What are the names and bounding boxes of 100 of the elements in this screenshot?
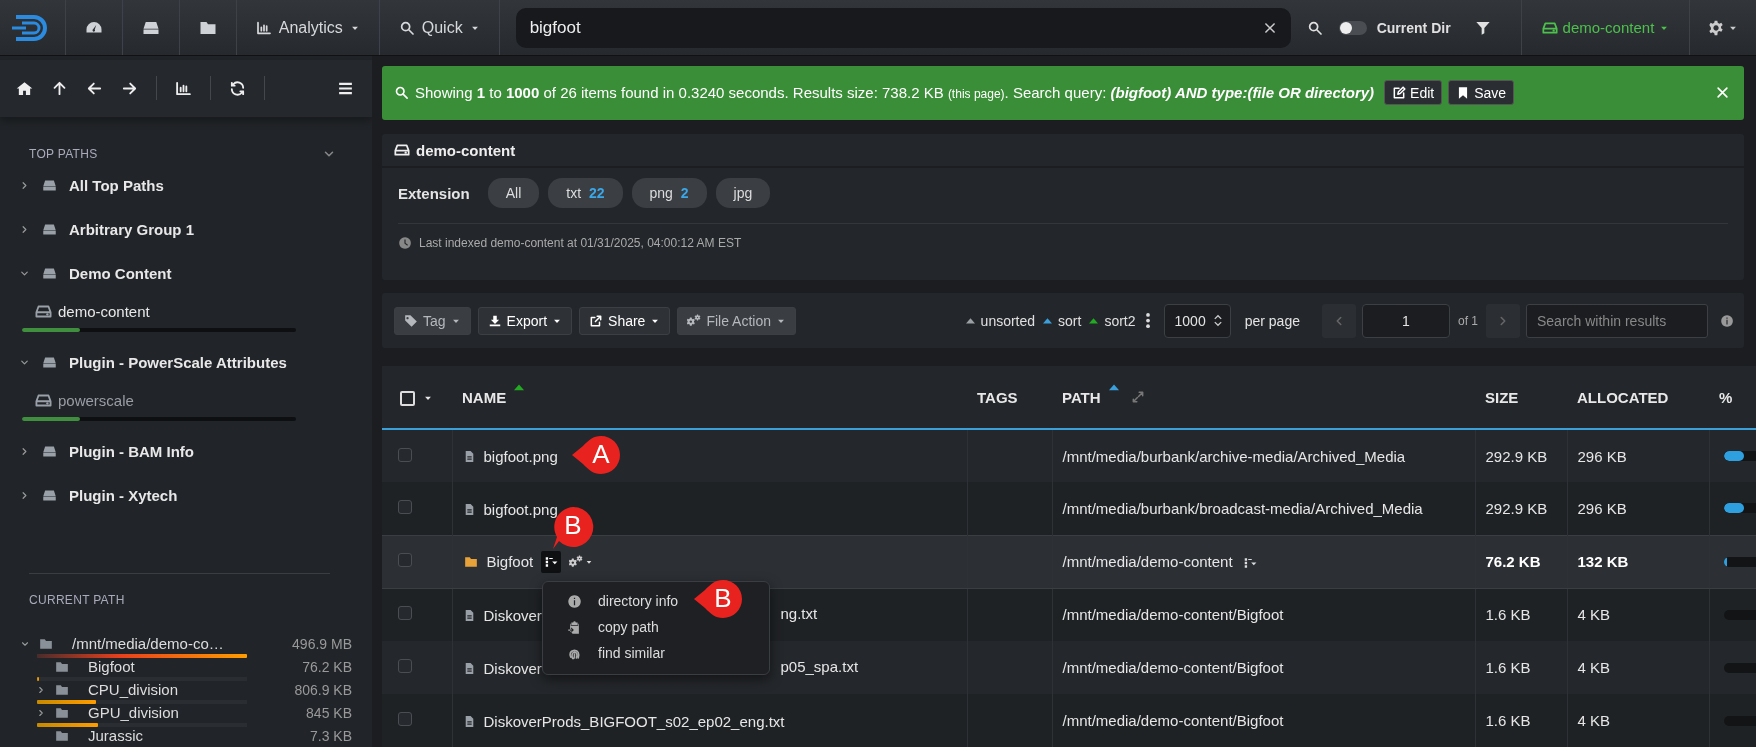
spinner-arrows-icon[interactable] bbox=[1213, 314, 1222, 328]
quick-menu[interactable]: Quick bbox=[398, 18, 480, 37]
info-icon[interactable] bbox=[1720, 313, 1734, 328]
chevron-icon[interactable] bbox=[36, 707, 46, 718]
file-name[interactable]: bigfoot.png bbox=[483, 447, 558, 465]
toggle-switch[interactable] bbox=[1338, 20, 1367, 35]
results-message: Showing 1 to 1000 of 26 items found in 0.3240 seconds. Results size: 738.2 KB (this page). Search query: (bigfoot) AND type:(file OR directory) bbox=[415, 84, 1375, 102]
gears-icon[interactable] bbox=[569, 554, 584, 569]
search-field[interactable]: Search within results bbox=[1526, 303, 1708, 338]
allocated-cell: 4 KB bbox=[1577, 712, 1611, 729]
filter-chip[interactable]: png 2 bbox=[631, 178, 707, 209]
sort-option[interactable]: sort bbox=[1058, 312, 1082, 329]
top-path-item[interactable]: Arbitrary Group 1 bbox=[69, 220, 195, 238]
page-field[interactable]: 1 bbox=[1362, 303, 1450, 338]
top-path-item[interactable]: powerscale bbox=[58, 392, 134, 410]
info-icon bbox=[567, 593, 582, 609]
clipboard-icon bbox=[567, 619, 582, 635]
column-header[interactable]: ALLOCATED bbox=[1577, 388, 1669, 406]
top-path-item[interactable]: Plugin - Xytech bbox=[69, 486, 178, 504]
top-path-item[interactable]: Demo Content bbox=[69, 264, 172, 282]
per-page-label: per page bbox=[1244, 312, 1300, 329]
row-checkbox[interactable] bbox=[398, 606, 412, 621]
row-checkbox[interactable] bbox=[398, 499, 412, 514]
file-name[interactable]: ng.txt bbox=[780, 605, 818, 623]
home-icon[interactable] bbox=[16, 79, 33, 97]
settings-icon bbox=[1708, 19, 1724, 36]
file-name[interactable]: Diskover bbox=[483, 607, 542, 624]
chevron-icon[interactable] bbox=[36, 684, 46, 695]
file-name[interactable]: bigfoot.png bbox=[483, 500, 558, 518]
per-page-select[interactable]: 1000 bbox=[1163, 303, 1231, 338]
top-path-item[interactable]: Plugin - PowerScale Attributes bbox=[69, 353, 287, 371]
file-name[interactable]: Bigfoot bbox=[486, 553, 534, 570]
settings-menu[interactable] bbox=[1708, 19, 1738, 36]
size-cell: 292.9 KB bbox=[1485, 499, 1548, 517]
column-header[interactable]: SIZE bbox=[1485, 388, 1519, 406]
row-checkbox[interactable] bbox=[398, 659, 412, 673]
file-name[interactable]: DiskoverProds_BIGFOOT_s02_ep02_eng.txt bbox=[483, 712, 785, 730]
edit-icon bbox=[1392, 85, 1407, 100]
filter-label: Extension bbox=[398, 184, 470, 202]
info-menu-button[interactable] bbox=[541, 550, 562, 573]
filter-chip[interactable]: txt 22 bbox=[548, 178, 623, 209]
filter-chip[interactable]: All bbox=[487, 178, 540, 209]
folder-size: 496.9 MB bbox=[292, 635, 352, 652]
column-header[interactable]: PATH bbox=[1062, 388, 1101, 406]
size-cell: 76.2 KB bbox=[1485, 553, 1541, 570]
filter-icon[interactable] bbox=[1474, 19, 1491, 36]
refresh-icon[interactable] bbox=[229, 79, 246, 97]
clear-icon[interactable] bbox=[1262, 20, 1277, 35]
folder-size: 76.2 KB bbox=[302, 658, 352, 675]
row-checkbox[interactable] bbox=[398, 712, 412, 726]
expand-icon[interactable] bbox=[1130, 390, 1145, 404]
analytics-menu[interactable]: Analytics bbox=[255, 18, 360, 37]
tree-item[interactable]: CPU_division bbox=[88, 681, 295, 699]
section-title: CURRENT PATH bbox=[29, 593, 125, 608]
section-title: TOP PATHS bbox=[29, 146, 98, 161]
file-name[interactable]: p05_spa.txt bbox=[780, 658, 859, 676]
up-arrow-icon[interactable] bbox=[51, 79, 68, 97]
row-checkbox[interactable] bbox=[398, 553, 412, 567]
more-icon[interactable] bbox=[1145, 313, 1150, 329]
sort-option[interactable]: sort2 bbox=[1104, 312, 1136, 329]
index-selector[interactable]: demo-content bbox=[1541, 19, 1670, 36]
allocated-cell: 132 KB bbox=[1577, 553, 1629, 570]
close-icon[interactable] bbox=[1715, 85, 1730, 101]
tag-icon bbox=[404, 313, 418, 328]
tree-item[interactable]: /mnt/media/demo-co… bbox=[72, 635, 293, 653]
index-note: Last indexed demo-content at 01/31/2025, 04:00:12 AM EST bbox=[419, 236, 742, 251]
search-field[interactable]: bigfoot bbox=[515, 7, 1291, 48]
tree-item[interactable]: Bigfoot bbox=[88, 658, 303, 676]
export-button[interactable]: Export bbox=[477, 306, 573, 335]
edit-button[interactable]: Edit bbox=[1384, 80, 1443, 106]
size-cell: 1.6 KB bbox=[1485, 712, 1531, 729]
share-icon bbox=[589, 313, 604, 328]
bar-chart-icon[interactable] bbox=[175, 79, 192, 97]
sort-option[interactable]: unsorted bbox=[980, 312, 1036, 329]
menu-item[interactable]: find similar bbox=[598, 645, 665, 661]
list-dropdown-icon[interactable] bbox=[1242, 556, 1257, 570]
folder-size: 7.3 KB bbox=[309, 727, 352, 744]
save-button[interactable]: Save bbox=[1448, 80, 1515, 106]
search-icon[interactable] bbox=[1306, 19, 1323, 36]
search-icon bbox=[394, 85, 409, 101]
select-all-checkbox[interactable] bbox=[400, 390, 415, 406]
share-button[interactable]: Share bbox=[579, 306, 671, 335]
allocated-cell: 4 KB bbox=[1577, 606, 1611, 624]
size-cell: 1.6 KB bbox=[1485, 659, 1531, 676]
menu-item[interactable]: copy path bbox=[598, 619, 659, 635]
column-header[interactable]: % bbox=[1719, 388, 1733, 406]
folder-icon bbox=[462, 554, 479, 569]
tree-item[interactable]: GPU_division bbox=[88, 704, 307, 722]
row-checkbox[interactable] bbox=[398, 447, 412, 462]
folder-size: 806.9 KB bbox=[294, 681, 352, 698]
menu-item[interactable]: directory info bbox=[598, 593, 679, 609]
column-header[interactable]: NAME bbox=[462, 388, 507, 406]
top-path-item[interactable]: demo-content bbox=[58, 303, 150, 321]
index-title: demo-content bbox=[416, 141, 516, 159]
column-header[interactable]: TAGS bbox=[977, 388, 1018, 406]
filter-chip[interactable]: jpg bbox=[715, 178, 771, 209]
top-path-item[interactable]: Plugin - BAM Info bbox=[69, 442, 194, 460]
tree-item[interactable]: Jurassic bbox=[88, 727, 310, 745]
top-path-item[interactable]: All Top Paths bbox=[69, 176, 164, 194]
file-name[interactable]: Diskover bbox=[483, 659, 542, 677]
